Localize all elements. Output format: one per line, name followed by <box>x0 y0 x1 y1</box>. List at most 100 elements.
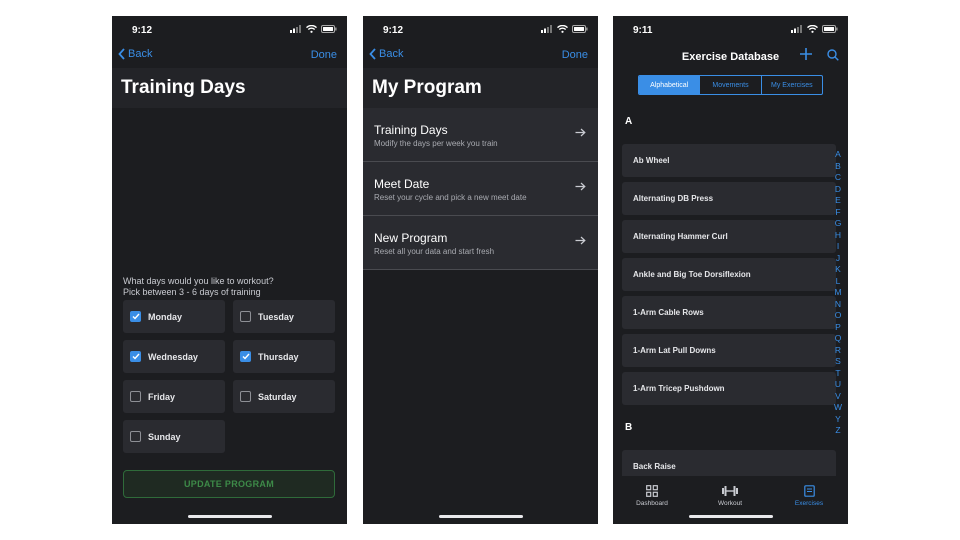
home-indicator[interactable] <box>187 515 272 518</box>
menu-item-subtitle: Reset your cycle and pick a new meet dat… <box>374 193 527 202</box>
exercise-item[interactable]: Alternating Hammer Curl <box>622 220 836 253</box>
alphabet-index-letter[interactable]: E <box>835 195 841 207</box>
back-label: Back <box>379 48 404 60</box>
status-time: 9:12 <box>383 25 404 36</box>
menu-item-new-program[interactable]: New Program Reset all your data and star… <box>363 216 598 270</box>
workout-prompt: What days would you like to workout? Pic… <box>123 276 274 298</box>
chevron-left-icon <box>369 48 376 60</box>
alphabet-index-letter[interactable]: F <box>835 207 840 219</box>
day-option-sunday[interactable]: Sunday <box>123 420 225 453</box>
alphabet-index-letter[interactable]: P <box>835 322 841 334</box>
home-indicator[interactable] <box>438 515 523 518</box>
checkbox-checked[interactable] <box>130 351 141 362</box>
day-label: Friday <box>148 391 176 402</box>
back-label: Back <box>128 48 153 60</box>
done-button[interactable]: Done <box>311 49 337 61</box>
segment-my-exercises[interactable]: My Exercises <box>762 76 822 94</box>
day-label: Tuesday <box>258 311 294 322</box>
alphabet-index-letter[interactable]: N <box>835 299 841 311</box>
alphabet-index-letter[interactable]: Z <box>835 425 840 437</box>
alphabet-index-letter[interactable]: T <box>835 368 840 380</box>
alphabet-index-letter[interactable]: S <box>835 356 841 368</box>
signal-icon <box>791 25 802 33</box>
tab-exercises[interactable]: Exercises <box>779 485 839 507</box>
day-option-tuesday[interactable]: Tuesday <box>233 300 335 333</box>
wifi-icon <box>807 25 818 33</box>
sort-segmented-control: Alphabetical Movements My Exercises <box>638 75 823 95</box>
checkbox-checked[interactable] <box>130 311 141 322</box>
alphabet-index-letter[interactable]: B <box>835 161 841 173</box>
status-time: 9:11 <box>633 25 653 36</box>
menu-item-title: New Program <box>374 231 448 245</box>
alphabet-index-letter[interactable]: Y <box>835 414 841 426</box>
nav-bar: Back Done <box>363 46 598 68</box>
tab-label: Workout <box>717 500 743 507</box>
done-button[interactable]: Done <box>562 49 588 61</box>
exercise-item[interactable]: Ankle and Big Toe Dorsiflexion <box>622 258 836 291</box>
exercise-item[interactable]: Ab Wheel <box>622 144 836 177</box>
status-bar: 9:12 <box>363 16 598 46</box>
menu-item-training-days[interactable]: Training Days Modify the days per week y… <box>363 108 598 162</box>
alphabet-index-letter[interactable]: Q <box>835 333 842 345</box>
my-program-screen: 9:12 Back Done My Program Training Days … <box>363 16 598 524</box>
alphabet-index-letter[interactable]: A <box>835 149 841 161</box>
alphabet-index-letter[interactable]: C <box>835 172 841 184</box>
alphabet-index-letter[interactable]: O <box>835 310 842 322</box>
alphabet-index-letter[interactable]: K <box>835 264 841 276</box>
checkbox-unchecked[interactable] <box>240 311 251 322</box>
day-option-monday[interactable]: Monday <box>123 300 225 333</box>
alphabet-index-letter[interactable]: U <box>835 379 841 391</box>
alphabet-index-letter[interactable]: G <box>835 218 842 230</box>
day-option-thursday[interactable]: Thursday <box>233 340 335 373</box>
home-indicator[interactable] <box>688 515 773 518</box>
book-icon <box>803 485 815 497</box>
battery-icon <box>822 25 838 33</box>
status-bar: 9:11 <box>613 16 848 46</box>
tab-workout[interactable]: Workout <box>700 485 760 507</box>
page-title: My Program <box>372 77 482 98</box>
alphabet-index-letter[interactable]: V <box>835 391 841 403</box>
checkmark-icon <box>132 353 140 360</box>
day-option-saturday[interactable]: Saturday <box>233 380 335 413</box>
checkbox-checked[interactable] <box>240 351 251 362</box>
checkbox-unchecked[interactable] <box>240 391 251 402</box>
tab-dashboard[interactable]: Dashboard <box>622 485 682 507</box>
checkbox-unchecked[interactable] <box>130 431 141 442</box>
checkmark-icon <box>242 353 250 360</box>
alphabet-index-letter[interactable]: D <box>835 184 841 196</box>
alphabet-index-letter[interactable]: W <box>834 402 842 414</box>
checkmark-icon <box>132 313 140 320</box>
day-option-friday[interactable]: Friday <box>123 380 225 413</box>
exercise-database-screen: 9:11 Exercise Database Alphabetical Move… <box>613 16 848 524</box>
program-menu: Training Days Modify the days per week y… <box>363 108 598 270</box>
back-button[interactable]: Back <box>369 48 403 60</box>
alphabet-index-letter[interactable]: M <box>834 287 841 299</box>
back-button[interactable]: Back <box>118 48 152 60</box>
nav-bar: Back Done <box>112 46 347 68</box>
nav-bar: Exercise Database <box>613 46 848 74</box>
alphabet-index-letter[interactable]: R <box>835 345 841 357</box>
exercise-item[interactable]: Alternating DB Press <box>622 182 836 215</box>
tab-label: Dashboard <box>636 500 668 507</box>
alphabet-index[interactable]: ABCDEFGHIJKLMNOPQRSTUVWYZ <box>833 149 843 437</box>
alphabet-index-letter[interactable]: I <box>837 241 839 253</box>
exercise-item[interactable]: 1-Arm Cable Rows <box>622 296 836 329</box>
segment-movements[interactable]: Movements <box>700 76 762 94</box>
alphabet-index-letter[interactable]: H <box>835 230 841 242</box>
day-label: Monday <box>148 311 183 322</box>
search-icon[interactable] <box>827 49 839 61</box>
day-label: Thursday <box>258 351 299 362</box>
battery-icon <box>321 25 337 33</box>
plus-icon[interactable] <box>798 46 814 62</box>
section-header-b: B <box>625 422 633 433</box>
alphabet-index-letter[interactable]: J <box>836 253 840 265</box>
tab-label: Exercises <box>794 500 824 507</box>
update-program-button[interactable]: UPDATE PROGRAM <box>123 470 335 498</box>
menu-item-meet-date[interactable]: Meet Date Reset your cycle and pick a ne… <box>363 162 598 216</box>
checkbox-unchecked[interactable] <box>130 391 141 402</box>
exercise-item[interactable]: 1-Arm Lat Pull Downs <box>622 334 836 367</box>
alphabet-index-letter[interactable]: L <box>836 276 841 288</box>
day-option-wednesday[interactable]: Wednesday <box>123 340 225 373</box>
segment-alphabetical[interactable]: Alphabetical <box>639 76 701 94</box>
exercise-item[interactable]: 1-Arm Tricep Pushdown <box>622 372 836 405</box>
